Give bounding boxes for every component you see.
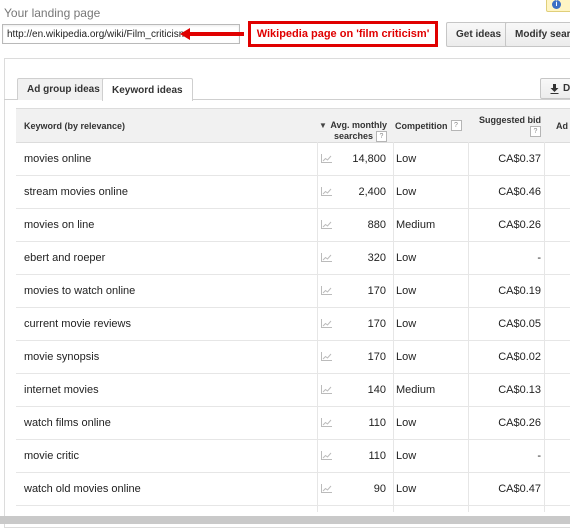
- competition-header-label: Competition: [395, 120, 448, 131]
- keyword-cell[interactable]: watch films online: [24, 406, 111, 439]
- competition-cell: Low: [396, 482, 417, 495]
- competition-cell: Low: [396, 449, 417, 462]
- landing-page-label: Your landing page: [4, 6, 101, 20]
- suggested-bid-cell: CA$0.47: [498, 482, 541, 495]
- trend-chart-icon[interactable]: [321, 472, 333, 505]
- tab-ad-group-ideas-label: Ad group ideas: [27, 84, 100, 95]
- avg-searches-line2: searches: [333, 130, 373, 141]
- keyword-cell[interactable]: movie critic: [24, 439, 79, 472]
- avg-searches-cell: 170: [367, 350, 386, 363]
- table-row: watch old movies online 90 Low CA$0.47: [16, 472, 570, 506]
- annotation-callout: Wikipedia page on 'film criticism': [248, 21, 438, 47]
- competition-cell: Low: [396, 317, 417, 330]
- trend-chart-icon[interactable]: [321, 274, 333, 307]
- suggested-bid-cell: CA$0.19: [498, 284, 541, 297]
- suggested-bid-cell: CA$0.02: [498, 350, 541, 363]
- column-header-avg-searches[interactable]: Avg. monthly searches?: [330, 109, 387, 142]
- competition-cell: Low: [396, 251, 417, 264]
- download-button[interactable]: D: [540, 78, 570, 99]
- competition-cell: Low: [396, 284, 417, 297]
- suggested-bid-cell: CA$0.26: [498, 416, 541, 429]
- get-ideas-label: Get ideas: [456, 29, 502, 40]
- tab-ad-group-ideas[interactable]: Ad group ideas: [17, 78, 110, 100]
- keyword-cell[interactable]: movies to watch online: [24, 274, 135, 307]
- keyword-cell[interactable]: stream movies online: [24, 175, 128, 208]
- keyword-cell[interactable]: movies on line: [24, 208, 94, 241]
- sort-down-icon[interactable]: ▼: [319, 109, 327, 142]
- keyword-cell[interactable]: movie synopsis: [24, 340, 99, 373]
- trend-chart-icon[interactable]: [321, 406, 333, 439]
- suggested-bid-cell: -: [537, 251, 541, 264]
- modify-search-label: Modify search: [515, 29, 570, 40]
- trend-chart-icon[interactable]: [321, 208, 333, 241]
- avg-searches-cell: 14,800: [352, 152, 386, 165]
- table-row: movies to watch online 170 Low CA$0.19: [16, 274, 570, 308]
- suggested-bid-cell: CA$0.13: [498, 383, 541, 396]
- column-header-keyword[interactable]: Keyword (by relevance): [24, 109, 125, 142]
- help-icon[interactable]: ?: [450, 120, 462, 131]
- suggested-bid-cell: -: [537, 449, 541, 462]
- suggested-bid-cell: CA$0.05: [498, 317, 541, 330]
- tab-keyword-ideas-label: Keyword ideas: [112, 84, 183, 96]
- competition-cell: Low: [396, 152, 417, 165]
- trend-chart-icon[interactable]: [321, 241, 333, 274]
- table-row: stream movies online 2,400 Low CA$0.46: [16, 175, 570, 209]
- keyword-cell[interactable]: current movie reviews: [24, 307, 131, 340]
- avg-searches-cell: 110: [368, 416, 386, 429]
- trend-chart-icon[interactable]: [321, 340, 333, 373]
- trend-chart-icon[interactable]: [321, 439, 333, 472]
- keyword-cell[interactable]: movies online: [24, 142, 91, 175]
- avg-searches-cell: 170: [367, 317, 386, 330]
- suggested-bid-cell: CA$0.46: [498, 185, 541, 198]
- horizontal-scrollbar[interactable]: [0, 516, 570, 524]
- download-label: D: [563, 83, 570, 94]
- suggested-bid-cell: CA$0.37: [498, 152, 541, 165]
- trend-chart-icon[interactable]: [321, 373, 333, 406]
- avg-searches-cell: 2,400: [358, 185, 386, 198]
- help-icon[interactable]: ?: [376, 131, 387, 142]
- competition-cell: Low: [396, 416, 417, 429]
- modify-search-button[interactable]: Modify search: [505, 22, 570, 47]
- table-header: Keyword (by relevance) ▼ Avg. monthly se…: [16, 108, 570, 143]
- trend-chart-icon[interactable]: [321, 307, 333, 340]
- arrow-left-icon: [180, 28, 244, 40]
- download-icon: [550, 83, 559, 94]
- competition-cell: Low: [396, 350, 417, 363]
- column-header-ad[interactable]: Ad: [556, 109, 568, 142]
- avg-searches-cell: 320: [367, 251, 386, 264]
- table-row: movie critic 110 Low -: [16, 439, 570, 473]
- table-row: movies on line 880 Medium CA$0.26: [16, 208, 570, 242]
- table-row: movies online 14,800 Low CA$0.37: [16, 142, 570, 176]
- avg-searches-cell: 90: [373, 482, 386, 495]
- trend-chart-icon[interactable]: [321, 142, 333, 175]
- annotation-callout-text: Wikipedia page on 'film criticism': [256, 28, 430, 40]
- suggested-bid-header-label: Suggested bid: [478, 114, 541, 125]
- table-row: watch films online 110 Low CA$0.26: [16, 406, 570, 440]
- avg-searches-cell: 110: [368, 449, 386, 462]
- trend-chart-icon[interactable]: [321, 175, 333, 208]
- competition-cell: Medium: [396, 383, 436, 396]
- avg-searches-cell: 880: [367, 218, 386, 231]
- avg-searches-line1: Avg. monthly: [330, 119, 387, 130]
- competition-cell: Medium: [396, 218, 436, 231]
- table-row: current movie reviews 170 Low CA$0.05: [16, 307, 570, 341]
- get-ideas-button[interactable]: Get ideas: [446, 22, 512, 47]
- column-header-competition[interactable]: Competition?: [395, 109, 462, 142]
- competition-cell: Low: [396, 185, 417, 198]
- table-row: movie synopsis 170 Low CA$0.02: [16, 340, 570, 374]
- suggested-bid-cell: CA$0.26: [498, 218, 541, 231]
- keyword-cell[interactable]: internet movies: [24, 373, 99, 406]
- avg-searches-cell: 170: [367, 284, 386, 297]
- help-icon[interactable]: ?: [530, 125, 541, 137]
- tab-keyword-ideas[interactable]: Keyword ideas: [102, 78, 193, 101]
- column-header-suggested-bid[interactable]: Suggested bid ?: [475, 109, 541, 142]
- keyword-cell[interactable]: ebert and roeper: [24, 241, 105, 274]
- info-icon[interactable]: i: [546, 0, 570, 12]
- table-row: ebert and roeper 320 Low -: [16, 241, 570, 275]
- avg-searches-cell: 140: [367, 383, 386, 396]
- keyword-cell[interactable]: watch old movies online: [24, 472, 141, 505]
- table-row: internet movies 140 Medium CA$0.13: [16, 373, 570, 407]
